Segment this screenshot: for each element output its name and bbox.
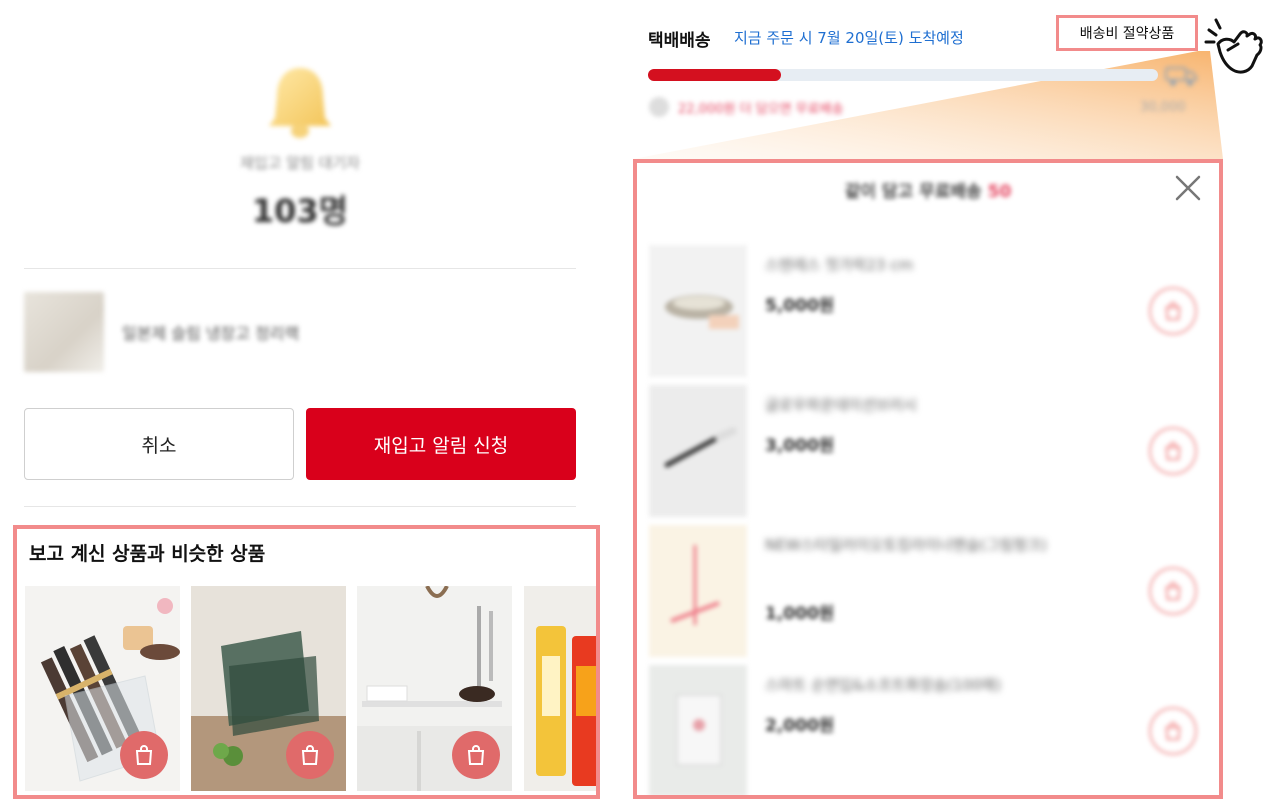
popup-title-text: 같이 담고 무료배송: [844, 182, 982, 202]
popup-list-item[interactable]: 스마트 순면입&소프트화장솜(100매) 2,000원: [649, 665, 1209, 795]
add-to-cart-button[interactable]: [1149, 567, 1197, 615]
popup-title: 같이 담고 무료배송 50: [637, 177, 1219, 202]
free-shipping-progress-fill: [648, 69, 781, 81]
popup-item-name: NEW스타일러이오토킹라이너펜슬(그림펑크): [765, 536, 1047, 554]
waiting-label: 재입고 알림 대기자: [240, 154, 360, 172]
similar-product-card[interactable]: [357, 586, 512, 791]
popup-item-name: 글로우파운데이션브러시: [765, 396, 917, 414]
bell-icon: [269, 68, 331, 138]
popup-list-item[interactable]: NEW스타일러이오토킹라이너펜슬(그림펑크) 1,000원: [649, 525, 1209, 657]
shopping-bag-icon: [467, 745, 485, 765]
pointing-hand-icon: [1204, 18, 1263, 74]
add-to-cart-button[interactable]: [286, 731, 334, 779]
product-image: [524, 586, 596, 791]
popup-item-name: 스텐레스 젓가락23 cm: [765, 256, 914, 274]
shopping-bag-icon: [301, 745, 319, 765]
popup-item-price: 1,000원: [765, 604, 835, 624]
divider: [24, 506, 576, 507]
cancel-button[interactable]: 취소: [24, 408, 294, 480]
popup-list-item[interactable]: 스텐레스 젓가락23 cm 5,000원: [649, 245, 1209, 377]
divider: [24, 268, 576, 269]
add-to-cart-button[interactable]: [1149, 287, 1197, 335]
shipping-saver-tag[interactable]: 배송비 절약상품: [1056, 15, 1198, 51]
shopping-bag-icon: [1165, 301, 1181, 321]
popup-list-item[interactable]: 글로우파운데이션브러시 3,000원: [649, 385, 1209, 517]
add-to-cart-button[interactable]: [452, 731, 500, 779]
product-thumbnail: [649, 525, 747, 657]
waiting-count: 103명: [251, 192, 349, 230]
shopping-bag-icon: [1165, 721, 1181, 741]
add-to-cart-button[interactable]: [1149, 707, 1197, 755]
product-thumbnail: [649, 245, 747, 377]
popup-item-name: 스마트 순면입&소프트화장솜(100매): [765, 676, 1002, 694]
similar-product-card[interactable]: [191, 586, 346, 791]
free-shipping-threshold: 30,000: [1140, 100, 1186, 115]
info-icon: [649, 97, 669, 117]
product-thumbnail: [649, 385, 747, 517]
add-to-cart-button[interactable]: [120, 731, 168, 779]
shopping-bag-icon: [1165, 581, 1181, 601]
free-shipping-bundle-popup: 같이 담고 무료배송 50 스텐레스 젓가락23 cm 5,000원 글로우파운…: [633, 159, 1223, 799]
similar-products-title: 보고 계신 상품과 비슷한 상품: [29, 543, 266, 565]
delivery-type-label: 택배배송: [648, 31, 711, 51]
shopping-bag-icon: [1165, 441, 1181, 461]
delivery-date-text: 지금 주문 시 7월 20일(토) 도착예정: [734, 29, 964, 47]
product-thumbnail: [649, 665, 747, 795]
truck-icon: [1165, 67, 1197, 86]
free-shipping-remaining-text: 22,000원 더 담으면 무료배송: [678, 102, 844, 117]
product-name: 일본제 슬림 냉장고 정리랙: [122, 324, 300, 343]
popup-item-price: 5,000원: [765, 296, 835, 316]
popup-item-price: 2,000원: [765, 716, 835, 736]
add-to-cart-button[interactable]: [1149, 427, 1197, 475]
similar-product-card[interactable]: [524, 586, 596, 791]
close-icon[interactable]: [1171, 171, 1205, 205]
popup-item-price: 3,000원: [765, 436, 835, 456]
shopping-bag-icon: [135, 745, 153, 765]
similar-products-section: 보고 계신 상품과 비슷한 상품: [13, 525, 600, 799]
popup-title-count: 50: [987, 182, 1012, 202]
similar-product-card[interactable]: [25, 586, 180, 791]
product-thumbnail: [24, 292, 104, 372]
restock-alert-apply-button[interactable]: 재입고 알림 신청: [306, 408, 576, 480]
